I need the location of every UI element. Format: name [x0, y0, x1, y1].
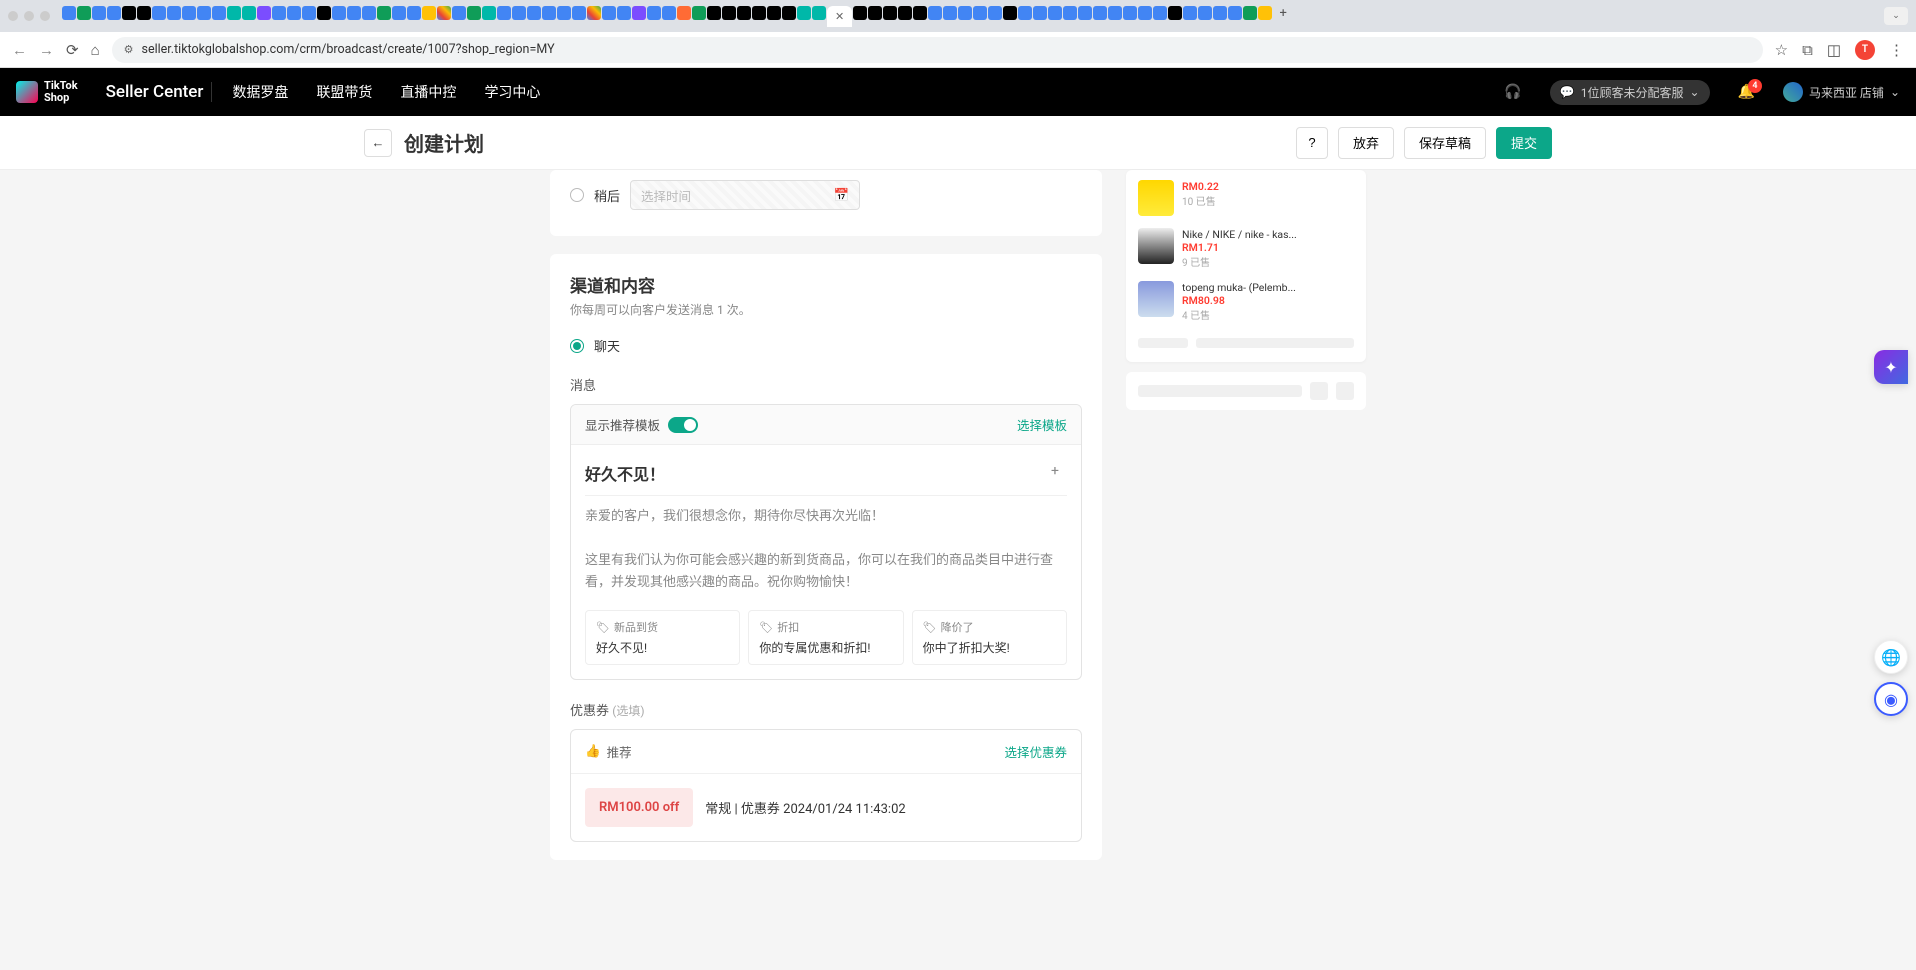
product-thumb — [1138, 281, 1174, 317]
nav-learn[interactable]: 学习中心 — [484, 82, 540, 102]
notif-badge: 4 — [1748, 79, 1762, 93]
shop-selector[interactable]: 马来西亚 店铺 ⌄ — [1783, 82, 1900, 102]
coupon-box: 👍 推荐 选择优惠券 RM100.00 off 常规 | 优惠券 2024/01… — [570, 729, 1082, 842]
chat-label: 聊天 — [594, 336, 620, 355]
nav-affiliate[interactable]: 联盟带货 — [316, 82, 372, 102]
thumbs-up-icon: 👍 — [585, 744, 601, 759]
page-title: 创建计划 — [404, 128, 484, 157]
back-button[interactable]: ← — [364, 129, 392, 157]
headset-icon[interactable]: 🎧 — [1504, 84, 1521, 100]
time-picker[interactable]: 选择时间 📅 — [630, 180, 860, 210]
section-channel-title: 渠道和内容 — [570, 272, 1082, 297]
url-field[interactable]: ⚙ seller.tiktokglobalshop.com/crm/broadc… — [112, 37, 1763, 63]
message-editor: 显示推荐模板 选择模板 好久不见！ 亲爱的客户，我们很想念你，期待你尽快再次光临… — [570, 404, 1082, 680]
tag-icon: 🏷 — [759, 621, 773, 634]
save-draft-button[interactable]: 保存草稿 — [1404, 127, 1486, 159]
channel-chat-row[interactable]: 聊天 — [570, 336, 1082, 355]
coupon-description: 常规 | 优惠券 2024/01/24 11:43:02 — [705, 798, 905, 817]
message-section-label: 消息 — [570, 375, 1082, 394]
tiktok-icon — [16, 81, 38, 103]
service-chip[interactable]: 💬 1位顾客未分配客服 ⌄ — [1550, 80, 1710, 105]
submit-button[interactable]: 提交 — [1496, 127, 1552, 159]
schedule-later-row[interactable]: 稍后 选择时间 📅 — [570, 180, 1082, 210]
home-icon[interactable]: ⌂ — [91, 41, 100, 59]
choose-coupon-link[interactable]: 选择优惠券 — [1004, 742, 1067, 761]
choose-template-link[interactable]: 选择模板 — [1017, 415, 1067, 434]
chat-icon: 💬 — [1560, 85, 1575, 99]
menu-icon[interactable]: ⋮ — [1889, 41, 1904, 59]
chevron-down-icon: ⌄ — [1689, 85, 1699, 99]
url-text: seller.tiktokglobalshop.com/crm/broadcas… — [142, 42, 555, 57]
tag-icon: 🏷 — [923, 621, 937, 634]
preview-panel: RM0.22 10 已售 Nike / NIKE / nike - kas...… — [1126, 170, 1366, 362]
browser-tab-strip: ✕ + ⌄ — [0, 0, 1916, 32]
tag-icon: 🏷 — [596, 621, 610, 634]
template-toggle[interactable] — [668, 417, 698, 433]
product-thumb — [1138, 228, 1174, 264]
help-button[interactable]: ? — [1296, 127, 1328, 159]
site-settings-icon[interactable]: ⚙ — [124, 43, 134, 56]
shop-avatar — [1783, 82, 1803, 102]
preview-footer — [1126, 372, 1366, 410]
radio-checked-icon[interactable] — [570, 339, 584, 353]
reload-icon[interactable]: ⟳ — [66, 41, 79, 59]
support-chat-button[interactable]: ◉ — [1874, 682, 1908, 716]
profile-avatar[interactable]: T — [1855, 40, 1875, 60]
active-tab[interactable]: ✕ — [827, 6, 852, 27]
window-controls — [8, 11, 50, 21]
nav-dashboard[interactable]: 数据罗盘 — [232, 82, 288, 102]
seller-center-label[interactable]: Seller Center — [106, 82, 213, 102]
forward-nav-icon: → — [39, 41, 54, 59]
template-card-discount[interactable]: 🏷折扣 你的专属优惠和折扣! — [748, 610, 903, 665]
close-icon[interactable]: ✕ — [835, 10, 844, 23]
later-label: 稍后 — [594, 186, 620, 205]
back-nav-icon[interactable]: ← — [12, 41, 27, 59]
chevron-down-icon: ⌄ — [1890, 85, 1900, 99]
sidepanel-icon[interactable]: ◫ — [1827, 41, 1841, 59]
address-bar: ← → ⟳ ⌂ ⚙ seller.tiktokglobalshop.com/cr… — [0, 32, 1916, 68]
coupon-chip[interactable]: RM100.00 off — [585, 788, 693, 827]
notifications-button[interactable]: 🔔 4 — [1738, 84, 1755, 100]
add-content-button[interactable]: + — [1045, 461, 1065, 481]
nav-live[interactable]: 直播中控 — [400, 82, 456, 102]
tab-overflow-button[interactable]: ⌄ — [1884, 7, 1908, 25]
discard-button[interactable]: 放弃 — [1338, 127, 1394, 159]
product-thumb — [1138, 180, 1174, 216]
recommend-label: 👍 推荐 — [585, 742, 632, 761]
coupon-section-label: 优惠券 (选填) — [570, 700, 1082, 719]
page-header: ← 创建计划 ? 放弃 保存草稿 提交 — [0, 116, 1916, 170]
extensions-icon[interactable]: ⧉ — [1802, 41, 1813, 59]
calendar-icon: 📅 — [833, 188, 849, 203]
section-channel-subtitle: 你每周可以向客户发送消息 1 次。 — [570, 301, 1082, 318]
app-header: TikTok Shop Seller Center 数据罗盘 联盟带货 直播中控… — [0, 68, 1916, 116]
message-greeting[interactable]: 好久不见！ — [585, 461, 1067, 496]
preview-product-row[interactable]: topeng muka- (Pelemb... RM80.98 4 已售 — [1138, 275, 1354, 328]
new-tab-button[interactable]: + — [1273, 6, 1293, 27]
message-body[interactable]: 亲爱的客户，我们很想念你，期待你尽快再次光临！ 这里有我们认为你可能会感兴趣的新… — [585, 506, 1067, 594]
logo[interactable]: TikTok Shop — [16, 80, 78, 104]
ai-assistant-button[interactable]: ✦ — [1874, 350, 1908, 384]
toggle-label: 显示推荐模板 — [585, 415, 660, 434]
preview-product-row[interactable]: Nike / NIKE / nike - kas... RM1.71 9 已售 — [1138, 222, 1354, 275]
template-card-new-arrival[interactable]: 🏷新品到货 好久不见! — [585, 610, 740, 665]
radio-unchecked-icon[interactable] — [570, 188, 584, 202]
star-icon[interactable]: ☆ — [1775, 41, 1788, 59]
translate-button[interactable]: 🌐 — [1874, 640, 1908, 674]
template-card-price-drop[interactable]: 🏷降价了 你中了折扣大奖! — [912, 610, 1067, 665]
preview-product-row[interactable]: RM0.22 10 已售 — [1138, 174, 1354, 222]
